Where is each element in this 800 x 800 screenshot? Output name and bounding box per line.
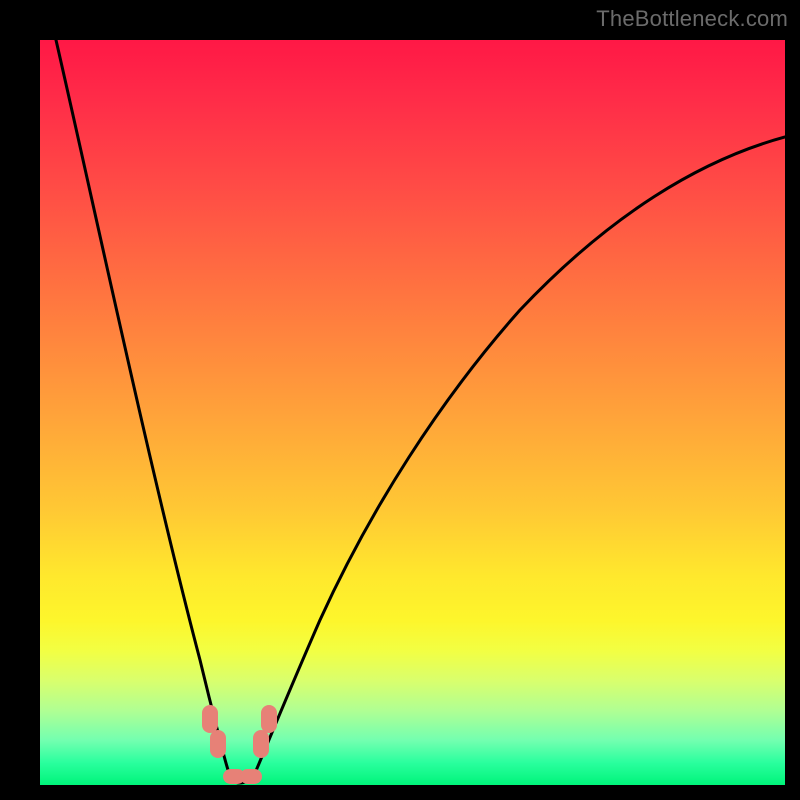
curve-right-branch [255, 137, 785, 773]
marker-right-1 [253, 730, 269, 758]
marker-floor-2 [240, 769, 262, 784]
watermark-text: TheBottleneck.com [596, 6, 788, 32]
marker-left-2 [210, 730, 226, 758]
plot-area [40, 40, 785, 785]
marker-right-2 [261, 705, 277, 733]
bottleneck-curve [40, 40, 785, 785]
marker-left-1 [202, 705, 218, 733]
outer-frame: TheBottleneck.com [0, 0, 800, 800]
curve-left-branch [56, 40, 229, 773]
